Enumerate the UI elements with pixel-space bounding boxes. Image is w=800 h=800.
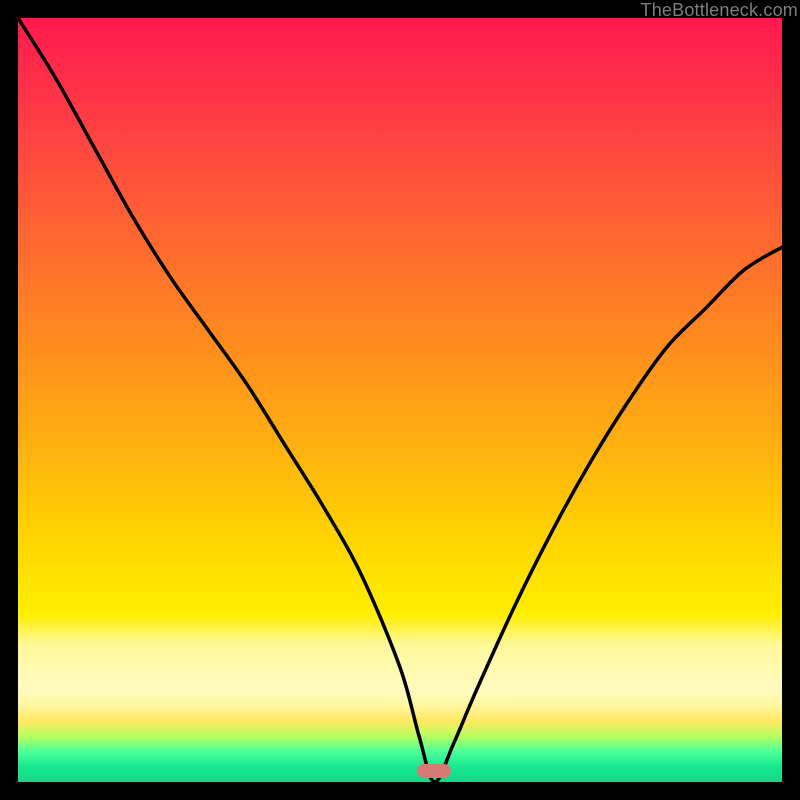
- plot-area: [18, 18, 782, 782]
- minimum-marker: [417, 764, 451, 778]
- chart-frame: TheBottleneck.com: [0, 0, 800, 800]
- curve-path: [18, 18, 782, 782]
- bottleneck-curve: [18, 18, 782, 782]
- watermark-text: TheBottleneck.com: [641, 0, 798, 21]
